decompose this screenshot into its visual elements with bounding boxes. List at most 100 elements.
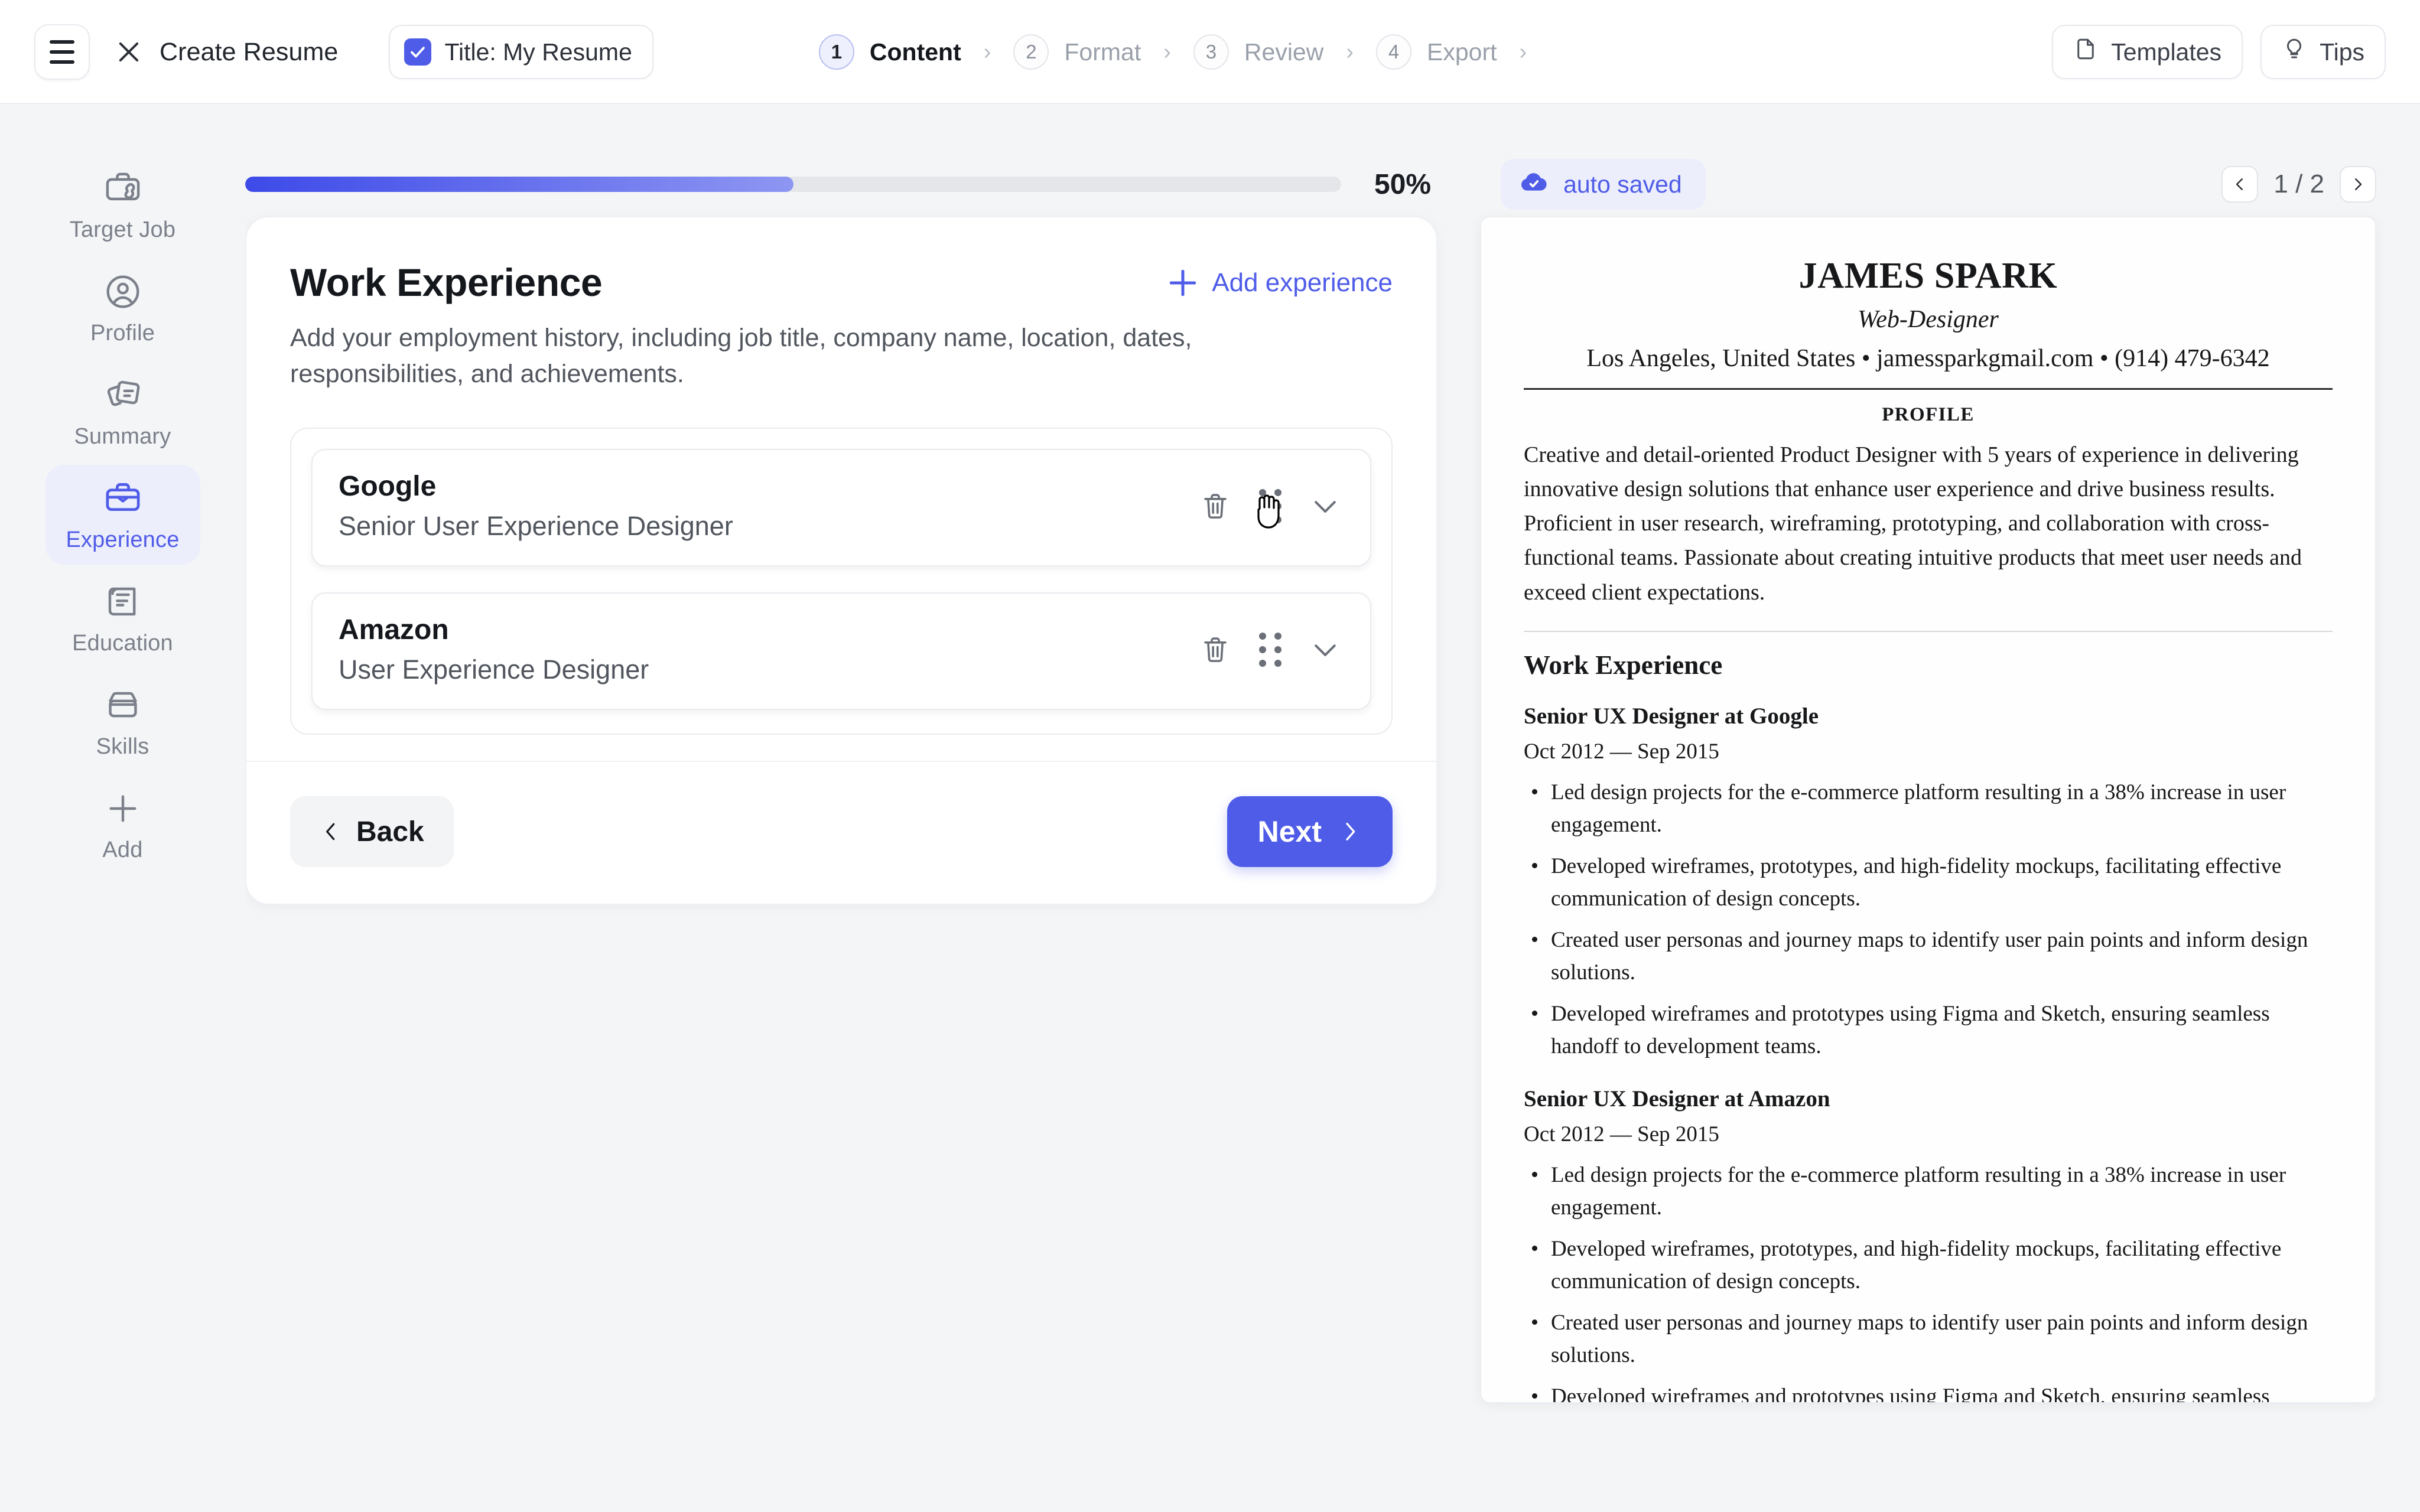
resume-role: Web-Designer [1858, 306, 1999, 333]
hamburger-bar [50, 60, 74, 64]
sidebar-item-education[interactable]: Education [45, 568, 200, 668]
resume-job: Senior UX Designer at Amazon Oct 2012 — … [1524, 1086, 2333, 1402]
sidebar-item-label: Experience [66, 527, 180, 552]
resume-contact: Los Angeles, United States • jamessparkg… [1586, 345, 2270, 372]
resume-job-title: Senior UX Designer at Google [1524, 703, 1819, 729]
resume-title-chip[interactable]: Title: My Resume [389, 25, 653, 79]
step-content[interactable]: 1 Content [818, 34, 961, 70]
resume-preview-pane: JAMES SPARK Web-Designer Los Angeles, Un… [1480, 216, 2420, 1512]
top-bar: Create Resume Title: My Resume 1 Content… [0, 0, 2420, 104]
section-title: Work Experience [290, 260, 603, 304]
trash-icon[interactable] [1196, 631, 1234, 669]
status-badge: auto saved [1501, 159, 1706, 210]
resume-name: JAMES SPARK [1798, 256, 2058, 296]
drag-handle-icon[interactable] [1259, 632, 1281, 667]
sidebar-item-label: Profile [90, 321, 155, 346]
sidebar-item-skills[interactable]: Skills [45, 672, 200, 771]
status-badge-label: auto saved [1563, 170, 1682, 198]
resume-job: Senior UX Designer at Google Oct 2012 — … [1524, 703, 2333, 1063]
resume-job-dates: Oct 2012 — Sep 2015 [1524, 1122, 1719, 1146]
list-item[interactable]: Amazon User Experience Designer [311, 592, 1371, 711]
box-icon [103, 686, 142, 725]
app-root: Create Resume Title: My Resume 1 Content… [0, 0, 2420, 1512]
section-description: Add your employment history, including j… [290, 324, 1192, 389]
resume-job-dates: Oct 2012 — Sep 2015 [1524, 739, 1719, 764]
sidebar-item-label: Target Job [69, 217, 176, 242]
page-indicator: 1 / 2 [2273, 170, 2324, 198]
sidebar-item-label: Skills [96, 734, 149, 759]
sidebar-item-profile[interactable]: Profile [45, 258, 200, 358]
cloud-check-icon [1518, 166, 1549, 203]
step-number: 1 [818, 34, 854, 70]
app-body: Target Job Profile Summary Experience Ed… [0, 104, 2420, 1512]
progress-row: 50% auto saved 1 / 2 [245, 104, 2420, 216]
hamburger-icon[interactable] [34, 24, 90, 80]
sidebar-item-target-job[interactable]: Target Job [45, 155, 200, 255]
step-format[interactable]: 2 Format [1013, 34, 1141, 70]
book-icon [103, 582, 142, 621]
list-item: Led design projects for the e-commerce p… [1524, 1159, 2333, 1224]
cards-text-icon [103, 376, 142, 415]
step-label: Content [869, 38, 961, 66]
panes: Work Experience Add experience Add your … [245, 216, 2420, 1512]
step-export[interactable]: 4 Export [1376, 34, 1497, 70]
step-label: Format [1064, 38, 1141, 66]
list-item: Created user personas and journey maps t… [1524, 1306, 2333, 1372]
prev-page-button[interactable] [2221, 166, 2259, 203]
main-content: 50% auto saved 1 / 2 Work Experience Add… [245, 104, 2420, 1512]
templates-label: Templates [2111, 38, 2222, 66]
resume-job-title: Senior UX Designer at Amazon [1524, 1086, 1830, 1112]
trash-icon[interactable] [1196, 487, 1234, 525]
step-number: 4 [1376, 34, 1411, 70]
back-button[interactable]: Back [290, 796, 454, 868]
hamburger-bar [50, 40, 74, 44]
resume-document[interactable]: JAMES SPARK Web-Designer Los Angeles, Un… [1480, 216, 2376, 1403]
resume-job-bullets: Led design projects for the e-commerce p… [1524, 776, 2333, 1063]
divider [1524, 630, 2333, 632]
wizard-stepper: 1 Content › 2 Format › 3 Review › 4 Expo… [818, 34, 1549, 70]
step-review[interactable]: 3 Review [1193, 34, 1323, 70]
resume-profile-text: Creative and detail-oriented Product Des… [1524, 442, 2302, 605]
step-label: Review [1244, 38, 1324, 66]
templates-button[interactable]: Templates [2052, 25, 2243, 79]
sidebar-item-label: Education [72, 631, 173, 656]
step-number: 3 [1193, 34, 1229, 70]
hamburger-bar [50, 50, 74, 54]
sidebar-item-summary[interactable]: Summary [45, 361, 200, 461]
progress-bar [245, 177, 1341, 192]
tips-button[interactable]: Tips [2260, 25, 2386, 79]
chevron-right-icon: › [1163, 40, 1171, 64]
editor-pane: Work Experience Add experience Add your … [245, 216, 1480, 1512]
top-bar-actions: Templates Tips [2052, 25, 2386, 79]
sidebar-item-label: Add [102, 838, 143, 862]
add-experience-button[interactable]: Add experience [1169, 268, 1393, 298]
sidebar-item-label: Summary [74, 424, 171, 449]
divider [1524, 388, 2333, 390]
sidebar-item-experience[interactable]: Experience [45, 465, 200, 565]
step-number: 2 [1013, 34, 1049, 70]
resume-job-bullets: Led design projects for the e-commerce p… [1524, 1159, 2333, 1402]
experience-editor-card: Work Experience Add experience Add your … [245, 216, 1437, 905]
editor-footer: Back Next [246, 761, 1436, 904]
list-item: Developed wireframes and prototypes usin… [1524, 998, 2333, 1063]
list-item: Developed wireframes and prototypes usin… [1524, 1380, 2333, 1402]
experience-company: Amazon [339, 614, 449, 646]
close-icon[interactable] [113, 37, 144, 67]
briefcase-icon [103, 479, 142, 518]
chevron-right-icon: › [1346, 40, 1354, 64]
list-item: Developed wireframes, prototypes, and hi… [1524, 1233, 2333, 1298]
progress-bar-fill [245, 177, 793, 192]
sidebar: Target Job Profile Summary Experience Ed… [0, 104, 245, 1512]
drag-handle-icon[interactable] [1259, 488, 1281, 523]
next-button[interactable]: Next [1227, 796, 1393, 868]
progress-percent: 50% [1374, 168, 1432, 200]
step-label: Export [1427, 38, 1497, 66]
back-button-label: Back [356, 816, 424, 848]
next-page-button[interactable] [2340, 166, 2376, 203]
chevron-down-icon[interactable] [1306, 487, 1344, 525]
list-item: Led design projects for the e-commerce p… [1524, 776, 2333, 842]
next-button-label: Next [1257, 815, 1322, 849]
list-item[interactable]: Google Senior User Experience Designer [311, 449, 1371, 567]
chevron-down-icon[interactable] [1306, 631, 1344, 669]
sidebar-item-add[interactable]: Add [45, 775, 200, 875]
